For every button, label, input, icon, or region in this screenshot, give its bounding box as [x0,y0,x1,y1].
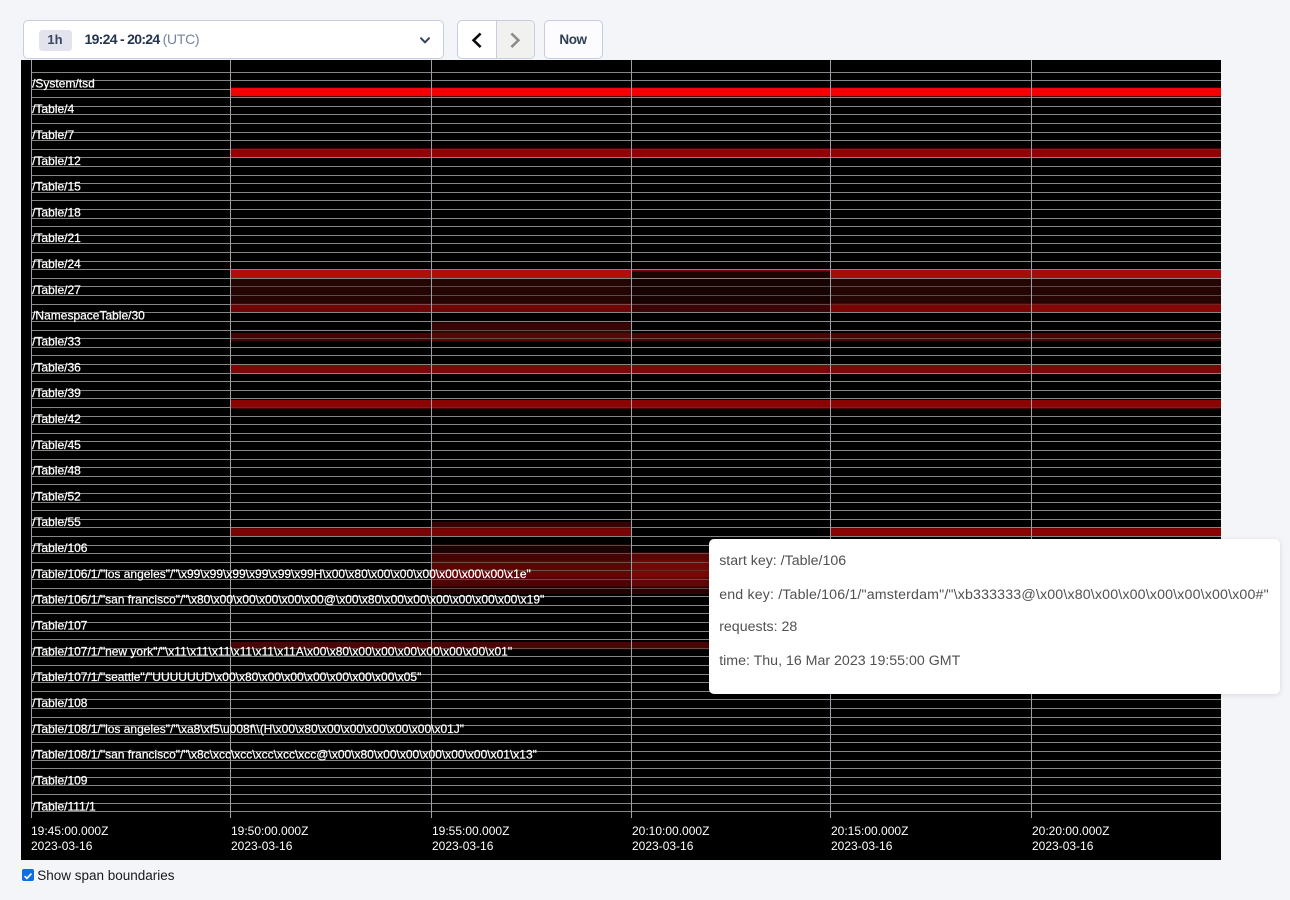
svg-text:20:10:00.000Z: 20:10:00.000Z [632,824,709,838]
svg-text:19:50:00.000Z: 19:50:00.000Z [231,824,308,838]
svg-text:/Table/27: /Table/27 [32,283,81,297]
svg-text:20:15:00.000Z: 20:15:00.000Z [831,824,908,838]
svg-text:/Table/108/1/"san francisco"/": /Table/108/1/"san francisco"/"\x8c\xcc\x… [32,748,537,762]
svg-text:/Table/4: /Table/4 [32,102,74,116]
svg-text:/Table/12: /Table/12 [32,154,81,168]
svg-text:/Table/18: /Table/18 [32,205,81,219]
svg-text:/Table/36: /Table/36 [32,360,81,374]
svg-text:/Table/48: /Table/48 [32,464,81,478]
svg-text:/Table/24: /Table/24 [32,257,81,271]
svg-text:19:55:00.000Z: 19:55:00.000Z [432,824,509,838]
svg-text:/Table/21: /Table/21 [32,231,81,245]
svg-text:/Table/42: /Table/42 [32,412,81,426]
svg-text:2023-03-16: 2023-03-16 [231,839,293,853]
svg-text:/System/tsd: /System/tsd [32,76,95,90]
svg-text:19:45:00.000Z: 19:45:00.000Z [31,824,108,838]
svg-text:/Table/106: /Table/106 [32,541,88,555]
svg-text:/Table/106/1/"los angeles"/"\x: /Table/106/1/"los angeles"/"\x99\x99\x99… [32,567,531,581]
svg-text:/Table/33: /Table/33 [32,335,81,349]
svg-text:2023-03-16: 2023-03-16 [831,839,893,853]
svg-text:2023-03-16: 2023-03-16 [1032,839,1094,853]
svg-text:/Table/106/1/"san francisco"/": /Table/106/1/"san francisco"/"\x80\x00\x… [32,593,544,607]
svg-text:20:20:00.000Z: 20:20:00.000Z [1032,824,1109,838]
svg-text:/Table/107/1/"new york"/"\x11\: /Table/107/1/"new york"/"\x11\x11\x11\x1… [32,644,512,658]
svg-text:2023-03-16: 2023-03-16 [432,839,494,853]
svg-text:/Table/107: /Table/107 [32,619,88,633]
svg-text:2023-03-16: 2023-03-16 [31,839,93,853]
svg-text:/Table/7: /Table/7 [32,128,74,142]
svg-text:/Table/108/1/"los angeles"/"\x: /Table/108/1/"los angeles"/"\xa8\xf5\u00… [32,722,464,736]
svg-text:/Table/107/1/"seattle"/"UUUUUU: /Table/107/1/"seattle"/"UUUUUUD\x00\x80\… [32,670,421,684]
svg-text:/NamespaceTable/30: /NamespaceTable/30 [32,309,145,323]
svg-text:/Table/45: /Table/45 [32,438,81,452]
svg-text:/Table/108: /Table/108 [32,696,88,710]
svg-text:/Table/111/1: /Table/111/1 [32,799,96,813]
svg-text:/Table/109: /Table/109 [32,773,88,787]
svg-text:/Table/39: /Table/39 [32,386,81,400]
svg-text:/Table/15: /Table/15 [32,180,81,194]
svg-text:/Table/55: /Table/55 [32,515,81,529]
svg-text:/Table/52: /Table/52 [32,489,81,503]
svg-text:2023-03-16: 2023-03-16 [632,839,694,853]
